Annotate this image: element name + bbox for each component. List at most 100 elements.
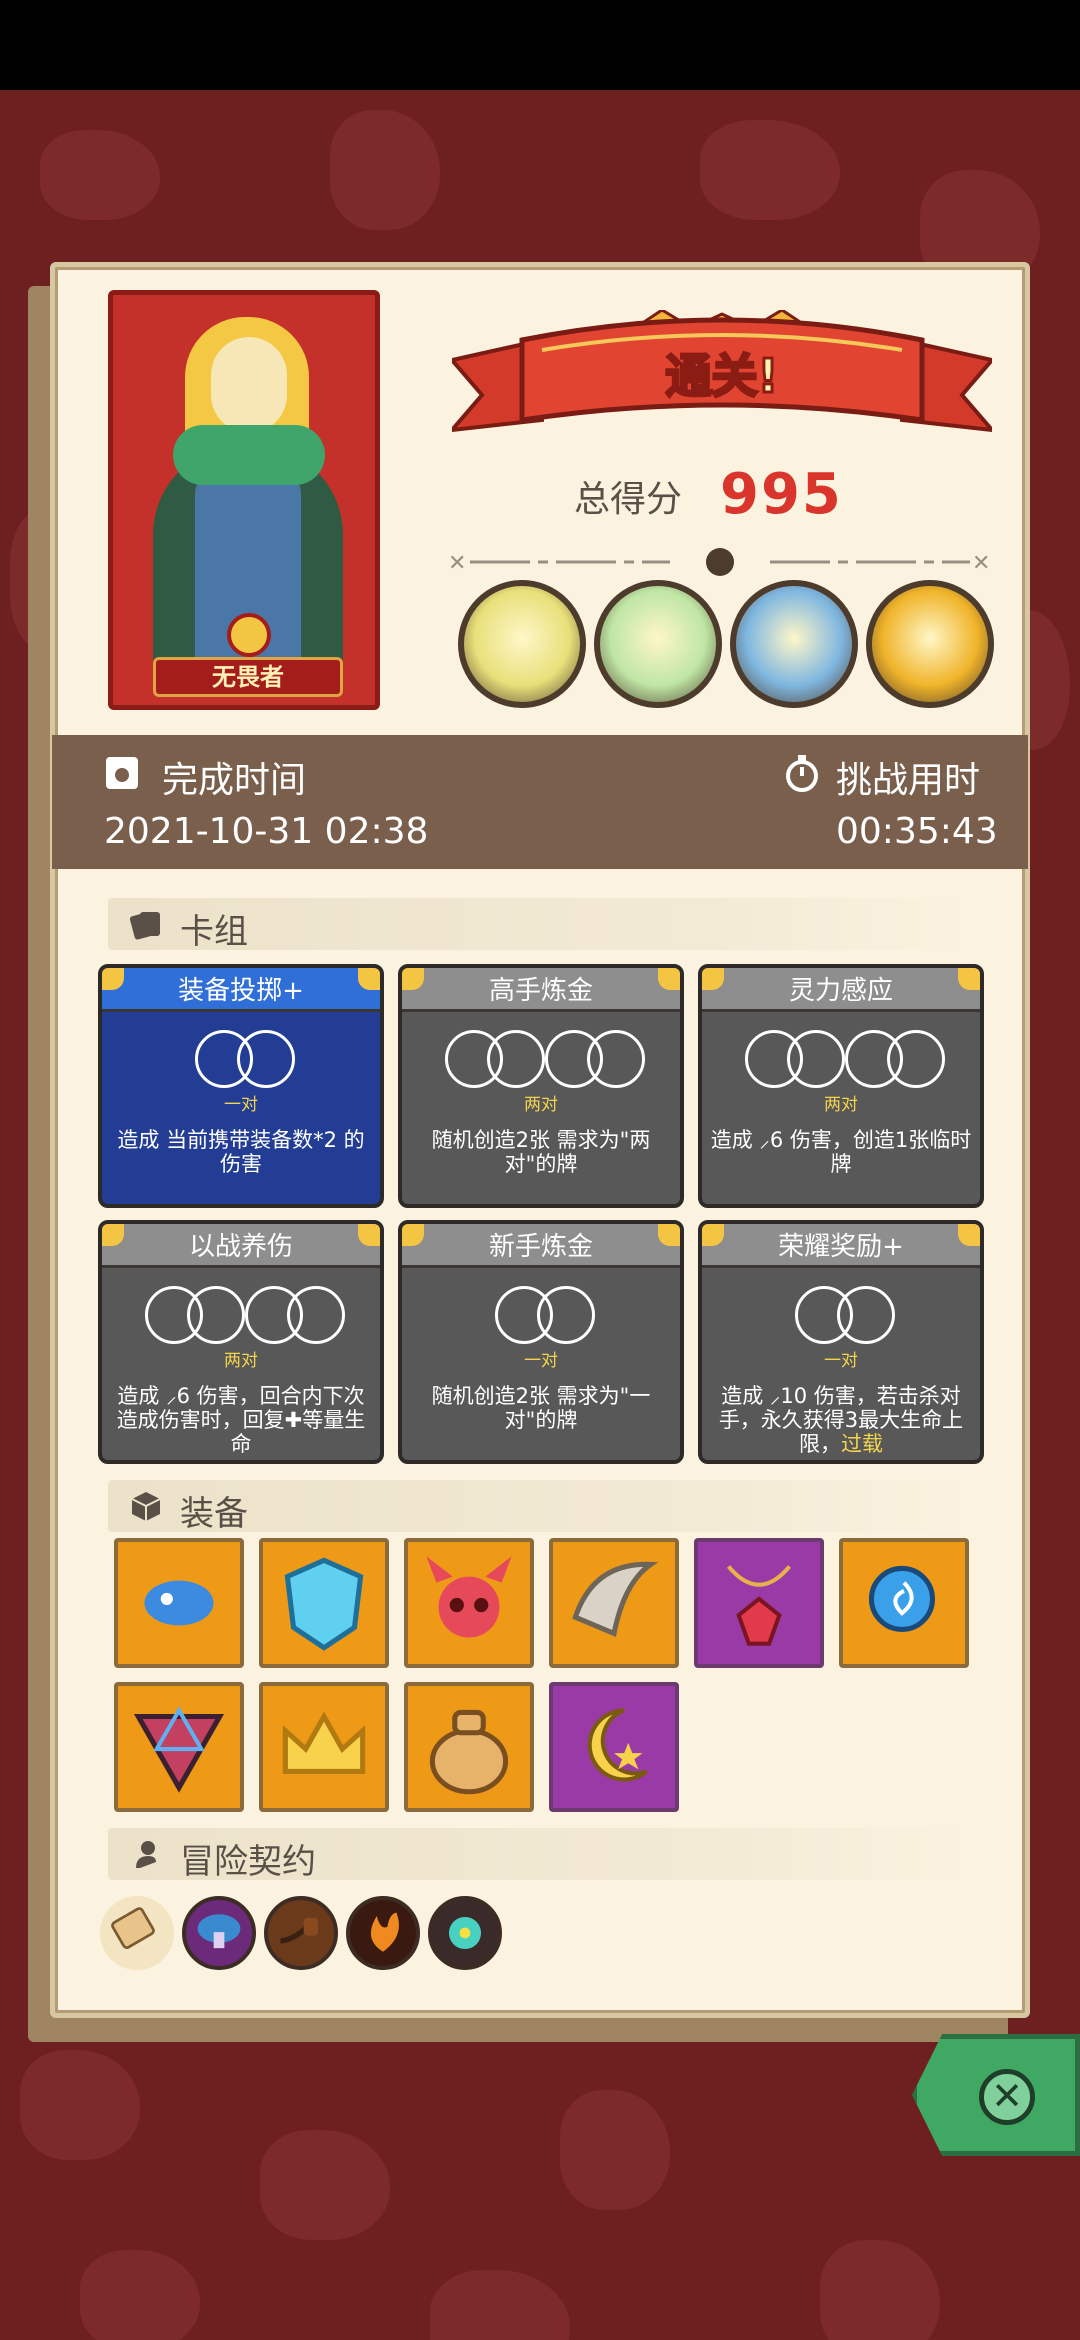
- finish-time-label: 完成时间: [162, 760, 307, 801]
- card-dice-requirement: [402, 1286, 680, 1348]
- virus-icon: [448, 1916, 482, 1950]
- card-pair-label: 一对: [824, 1351, 858, 1371]
- card-6[interactable]: 荣耀奖励+ 一对 造成 ⸝10 伤害，若击杀对手，永久获得3最大生命上限，过载: [698, 1220, 984, 1464]
- die-slot: [237, 1030, 295, 1088]
- face-shape: [211, 337, 287, 433]
- card-pair-label: 一对: [524, 1351, 558, 1371]
- demon-skull-icon: [426, 1556, 512, 1638]
- card-5[interactable]: 新手炼金 一对 随机创造2张 需求为"一对"的牌: [398, 1220, 684, 1464]
- close-button[interactable]: ✕: [912, 2034, 1080, 2156]
- die-slot: [837, 1286, 895, 1344]
- card-description: 造成 ⸝6 伤害，回合内下次造成伤害时，回复✚等量生命: [110, 1384, 372, 1456]
- contract-slot-1[interactable]: [100, 1896, 174, 1970]
- card-1[interactable]: 装备投掷+ 一对 造成 当前携带装备数*2 的伤害: [98, 964, 384, 1208]
- scroll-icon: [111, 1907, 155, 1949]
- card-title: 新手炼金: [488, 1232, 593, 1262]
- contract-slot-3[interactable]: [264, 1896, 338, 1970]
- scarf-shape: [173, 425, 325, 485]
- stopwatch-icon: [786, 755, 818, 792]
- card-description: 造成 当前携带装备数*2 的伤害: [110, 1128, 372, 1176]
- moon-star-icon: [587, 1708, 648, 1782]
- flame-icon: [370, 1912, 399, 1952]
- hexagram-amulet-icon: [133, 1706, 225, 1793]
- card-description: 造成 ⸝10 伤害，若击杀对手，永久获得3最大生命上限，过载: [710, 1384, 972, 1456]
- equipment-slot-7[interactable]: [114, 1682, 244, 1812]
- card-description: 随机创造2张 需求为"一对"的牌: [410, 1384, 672, 1432]
- equipment-slot-8[interactable]: [259, 1682, 389, 1812]
- status-bar: [0, 0, 1080, 90]
- banner-text: 通关!: [666, 349, 779, 403]
- equipment-slot-2[interactable]: [259, 1538, 389, 1668]
- deck-section-header: 卡组: [108, 898, 970, 952]
- card-title: 高手炼金: [488, 976, 593, 1006]
- card-pair-label: 两对: [824, 1095, 858, 1115]
- card-dice-requirement: [102, 1286, 380, 1348]
- card-dice-requirement: [102, 1030, 380, 1092]
- equipment-slot-3[interactable]: [404, 1538, 534, 1668]
- pipe-icon: [280, 1917, 318, 1944]
- card-title: 灵力感应: [788, 976, 893, 1006]
- equipment-slot-1[interactable]: [114, 1538, 244, 1668]
- finish-time-value: 2021-10-31 02:38: [104, 811, 429, 852]
- svg-text:✕: ✕: [448, 551, 466, 576]
- gold-crown-icon: [282, 1711, 366, 1774]
- card-keyword: 过载: [841, 1432, 883, 1456]
- card-2[interactable]: 高手炼金 两对 随机创造2张 需求为"两对"的牌: [398, 964, 684, 1208]
- box-icon: [131, 1492, 161, 1521]
- money-bag-icon: [429, 1709, 509, 1795]
- card-description-text: 造成 当前携带装备数*2 的伤害: [117, 1128, 365, 1176]
- medal-icon: [227, 613, 271, 657]
- die-slot: [487, 1030, 545, 1088]
- svg-text:✕: ✕: [972, 551, 990, 576]
- equipment-section-header: 装备: [108, 1480, 970, 1534]
- deck-section-title: 卡组: [180, 912, 248, 952]
- card-description: 造成 ⸝6 伤害，创造1张临时牌: [710, 1128, 972, 1176]
- card-description-text: 造成 ⸝6 伤害，回合内下次造成伤害时，回复✚等量生命: [116, 1384, 366, 1456]
- mushroom-icon: [197, 1914, 241, 1949]
- card-dice-requirement: [702, 1030, 980, 1092]
- card-3[interactable]: 灵力感应 两对 造成 ⸝6 伤害，创造1张临时牌: [698, 964, 984, 1208]
- card-title: 荣耀奖励+: [778, 1232, 904, 1262]
- card-description-text: 随机创造2张 需求为"两对"的牌: [431, 1128, 651, 1176]
- equipment-section-title: 装备: [180, 1494, 248, 1534]
- duration-label: 挑战用时: [836, 760, 981, 801]
- ice-shield-icon: [284, 1557, 364, 1651]
- contracts-section-header: 冒险契约: [108, 1828, 970, 1882]
- contract-slot-4[interactable]: [346, 1896, 420, 1970]
- boss-divider: ✕ ✕: [448, 548, 990, 576]
- cards-icon: [129, 912, 160, 940]
- close-icon: ✕: [979, 2069, 1035, 2125]
- victory-banner: 通关!: [452, 310, 992, 433]
- score-value: 995: [720, 462, 843, 527]
- blue-mushroom-icon: [144, 1580, 214, 1626]
- time-info-bar: 完成时间 2021-10-31 02:38 挑战用时 00:35:43: [52, 735, 1028, 869]
- die-slot: [537, 1286, 595, 1344]
- dragon-boss-icon: [594, 580, 722, 708]
- equipment-slot-5[interactable]: [694, 1538, 824, 1668]
- contract-slot-2[interactable]: [182, 1896, 256, 1970]
- equipment-slot-4[interactable]: [549, 1538, 679, 1668]
- skeleton-dinosaur-boss-icon: [458, 580, 586, 708]
- card-dice-requirement: [402, 1030, 680, 1092]
- die-slot: [187, 1286, 245, 1344]
- score-label: 总得分: [574, 479, 683, 520]
- card-pair-label: 两对: [524, 1095, 558, 1115]
- duration-value: 00:35:43: [836, 811, 998, 852]
- card-description-text: 造成 ⸝6 伤害，创造1张临时牌: [710, 1128, 972, 1176]
- die-slot: [787, 1030, 845, 1088]
- equipment-slot-6[interactable]: [839, 1538, 969, 1668]
- horn-icon: [572, 1561, 659, 1638]
- hero-name: 无畏者: [153, 657, 343, 697]
- hero-portrait-card: 无畏者: [108, 290, 380, 710]
- card-4[interactable]: 以战养伤 两对 造成 ⸝6 伤害，回合内下次造成伤害时，回复✚等量生命: [98, 1220, 384, 1464]
- die-slot: [587, 1030, 645, 1088]
- card-pair-label: 两对: [224, 1351, 258, 1371]
- die-slot: [887, 1030, 945, 1088]
- card-description-text: 随机创造2张 需求为"一对"的牌: [431, 1384, 651, 1432]
- equipment-slot-9[interactable]: [404, 1682, 534, 1812]
- card-title: 装备投掷+: [178, 976, 304, 1006]
- equipment-slot-10[interactable]: [549, 1682, 679, 1812]
- contract-slot-5[interactable]: [428, 1896, 502, 1970]
- shark-boss-icon: [730, 580, 858, 708]
- die-slot: [287, 1286, 345, 1344]
